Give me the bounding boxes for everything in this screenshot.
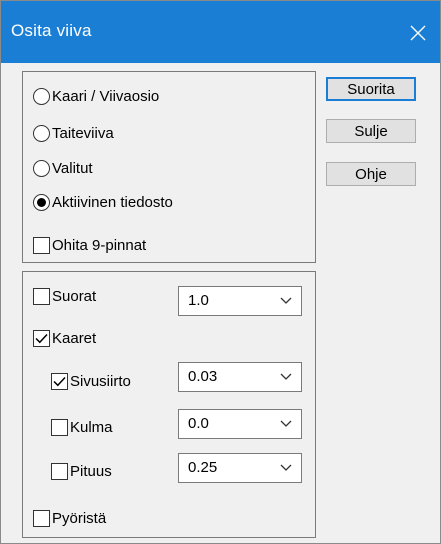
help-button[interactable]: Ohje bbox=[326, 162, 416, 186]
radio-indicator[interactable] bbox=[33, 160, 50, 177]
chevron-down-icon bbox=[280, 464, 292, 471]
checkbox-box[interactable] bbox=[51, 463, 68, 480]
select-value: 1.0 bbox=[188, 292, 209, 309]
checkbox-box[interactable] bbox=[33, 237, 50, 254]
checkbox-label: Kulma bbox=[70, 419, 113, 436]
checkbox-box[interactable] bbox=[33, 510, 50, 527]
dialog-window: Osita viiva Kaari / Viivaosio Taiteviiva… bbox=[0, 0, 441, 544]
suorat-value-select[interactable]: 1.0 bbox=[178, 286, 302, 316]
chevron-down-icon bbox=[280, 297, 292, 304]
radio-label: Valitut bbox=[52, 160, 93, 177]
radio-indicator[interactable] bbox=[33, 125, 50, 142]
radio-taiteviiva[interactable]: Taiteviiva bbox=[33, 125, 114, 142]
select-value: 0.0 bbox=[188, 415, 209, 432]
title-bar[interactable]: Osita viiva bbox=[1, 1, 440, 63]
checkbox-ohita-9-pinnat[interactable]: Ohita 9-pinnat bbox=[33, 237, 146, 254]
checkbox-box[interactable] bbox=[51, 373, 68, 390]
close-button[interactable] bbox=[396, 11, 440, 55]
checkbox-label: Ohita 9-pinnat bbox=[52, 237, 147, 254]
radio-label: Aktiivinen tiedosto bbox=[52, 194, 173, 211]
radio-indicator[interactable] bbox=[33, 88, 50, 105]
checkbox-kaaret[interactable]: Kaaret bbox=[33, 330, 96, 347]
chevron-down-icon bbox=[280, 420, 292, 427]
checkbox-sivusiirto[interactable]: Sivusiirto bbox=[51, 373, 131, 390]
radio-label: Kaari / Viivaosio bbox=[52, 88, 160, 105]
checkbox-label: Pituus bbox=[70, 463, 112, 480]
checkbox-box[interactable] bbox=[33, 330, 50, 347]
close-dialog-button[interactable]: Sulje bbox=[326, 119, 416, 143]
mode-group: Kaari / Viivaosio Taiteviiva Valitut Akt… bbox=[22, 71, 316, 263]
segments-group: Suorat 1.0 Kaaret Sivusiirto 0.03 Kulma … bbox=[22, 271, 316, 538]
select-value: 0.25 bbox=[188, 459, 218, 476]
checkbox-kulma[interactable]: Kulma bbox=[51, 419, 113, 436]
checkbox-label: Suorat bbox=[52, 288, 97, 305]
radio-indicator[interactable] bbox=[33, 194, 50, 211]
select-value: 0.03 bbox=[188, 368, 218, 385]
checkbox-box[interactable] bbox=[33, 288, 50, 305]
window-title: Osita viiva bbox=[11, 21, 92, 40]
sivusiirto-value-select[interactable]: 0.03 bbox=[178, 362, 302, 392]
close-icon bbox=[410, 25, 426, 41]
radio-valitut[interactable]: Valitut bbox=[33, 160, 93, 177]
radio-selected-dot bbox=[37, 198, 46, 207]
chevron-down-icon bbox=[280, 373, 292, 380]
radio-kaari-viivaosio[interactable]: Kaari / Viivaosio bbox=[33, 88, 159, 105]
pituus-value-select[interactable]: 0.25 bbox=[178, 453, 302, 483]
checkbox-pituus[interactable]: Pituus bbox=[51, 463, 112, 480]
radio-label: Taiteviiva bbox=[52, 125, 114, 142]
checkbox-label: Pyöristä bbox=[52, 510, 107, 527]
run-button[interactable]: Suorita bbox=[326, 77, 416, 101]
checkbox-box[interactable] bbox=[51, 419, 68, 436]
kulma-value-select[interactable]: 0.0 bbox=[178, 409, 302, 439]
checkbox-label: Kaaret bbox=[52, 330, 97, 347]
radio-aktiivinen-tiedosto[interactable]: Aktiivinen tiedosto bbox=[33, 194, 173, 211]
checkmark-icon bbox=[53, 376, 66, 387]
checkbox-label: Sivusiirto bbox=[70, 373, 131, 390]
dialog-client-area: Kaari / Viivaosio Taiteviiva Valitut Akt… bbox=[1, 63, 440, 543]
checkbox-pyorista[interactable]: Pyöristä bbox=[33, 510, 106, 527]
checkmark-icon bbox=[35, 333, 48, 344]
checkbox-suorat[interactable]: Suorat bbox=[33, 288, 96, 305]
